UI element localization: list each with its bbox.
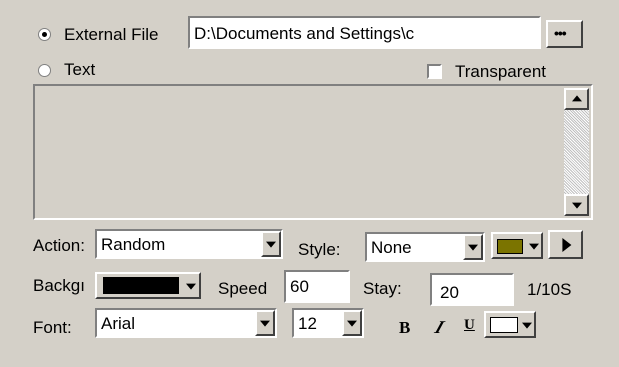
background-color-picker[interactable]: [95, 272, 201, 299]
italic-icon: I: [432, 317, 447, 337]
chevron-down-icon: [266, 241, 276, 248]
scroll-down-button[interactable]: [564, 194, 589, 216]
font-color-picker[interactable]: [484, 311, 536, 338]
action-dropdown-button[interactable]: [261, 231, 281, 257]
vertical-scrollbar[interactable]: [564, 88, 589, 216]
style-color-picker[interactable]: [491, 232, 543, 259]
browse-button[interactable]: •••: [546, 20, 583, 48]
font-value: Arial: [101, 314, 136, 333]
font-dropdown[interactable]: Arial: [95, 308, 277, 338]
text-content-area[interactable]: [33, 84, 593, 220]
chevron-down-icon: [347, 320, 357, 327]
file-path-value: D:\Documents and Settings\c: [194, 24, 415, 43]
bold-button[interactable]: B: [393, 315, 419, 339]
external-file-label: External File: [64, 25, 159, 44]
file-path-input[interactable]: D:\Documents and Settings\c: [188, 16, 541, 49]
speed-input[interactable]: 60: [284, 270, 350, 303]
play-button[interactable]: [548, 230, 583, 259]
italic-button[interactable]: I: [427, 315, 453, 339]
scroll-track[interactable]: [564, 110, 589, 194]
style-dropdown-button[interactable]: [463, 234, 483, 260]
style-color-chevron-down-icon: [526, 234, 541, 257]
style-value: None: [371, 238, 412, 257]
font-size-dropdown[interactable]: 12: [292, 308, 364, 338]
font-size-dropdown-button[interactable]: [342, 310, 362, 336]
stay-input[interactable]: 20: [430, 273, 514, 306]
font-label: Font:: [33, 318, 72, 337]
action-dropdown[interactable]: Random: [95, 229, 283, 259]
stay-value: 20: [440, 283, 459, 302]
stay-unit-label: 1/10S: [527, 280, 572, 299]
bold-icon: B: [399, 318, 411, 337]
action-label: Action:: [33, 236, 85, 255]
radio-selected-dot: [42, 32, 47, 37]
underline-button[interactable]: U: [458, 315, 484, 339]
font-dropdown-button[interactable]: [255, 310, 275, 336]
external-file-radio[interactable]: [38, 28, 51, 41]
chevron-down-icon: [260, 320, 270, 327]
arrow-up-icon: [571, 95, 582, 102]
speed-label: Speed: [218, 279, 268, 298]
transparent-checkbox[interactable]: [427, 64, 442, 79]
stay-label: Stay:: [363, 279, 402, 298]
scroll-up-button[interactable]: [564, 88, 589, 110]
action-value: Random: [101, 235, 166, 254]
font-size-value: 12: [298, 314, 317, 333]
style-dropdown[interactable]: None: [365, 232, 485, 262]
speed-value: 60: [290, 277, 309, 296]
ellipsis-icon: •••: [554, 25, 567, 41]
text-radio[interactable]: [38, 64, 51, 77]
underline-icon: U: [464, 317, 475, 333]
chevron-down-icon: [468, 244, 478, 251]
background-label: Backgı: [33, 276, 85, 295]
font-color-swatch: [490, 317, 518, 333]
text-label: Text: [64, 60, 96, 79]
background-chevron-down-icon: [183, 274, 199, 297]
font-color-chevron-down-icon: [519, 313, 534, 336]
style-label: Style:: [298, 240, 341, 259]
play-icon: [561, 237, 571, 252]
arrow-down-icon: [571, 202, 582, 209]
background-color-swatch: [103, 277, 179, 294]
transparent-label: Transparent: [455, 62, 547, 81]
style-color-swatch: [497, 239, 523, 254]
